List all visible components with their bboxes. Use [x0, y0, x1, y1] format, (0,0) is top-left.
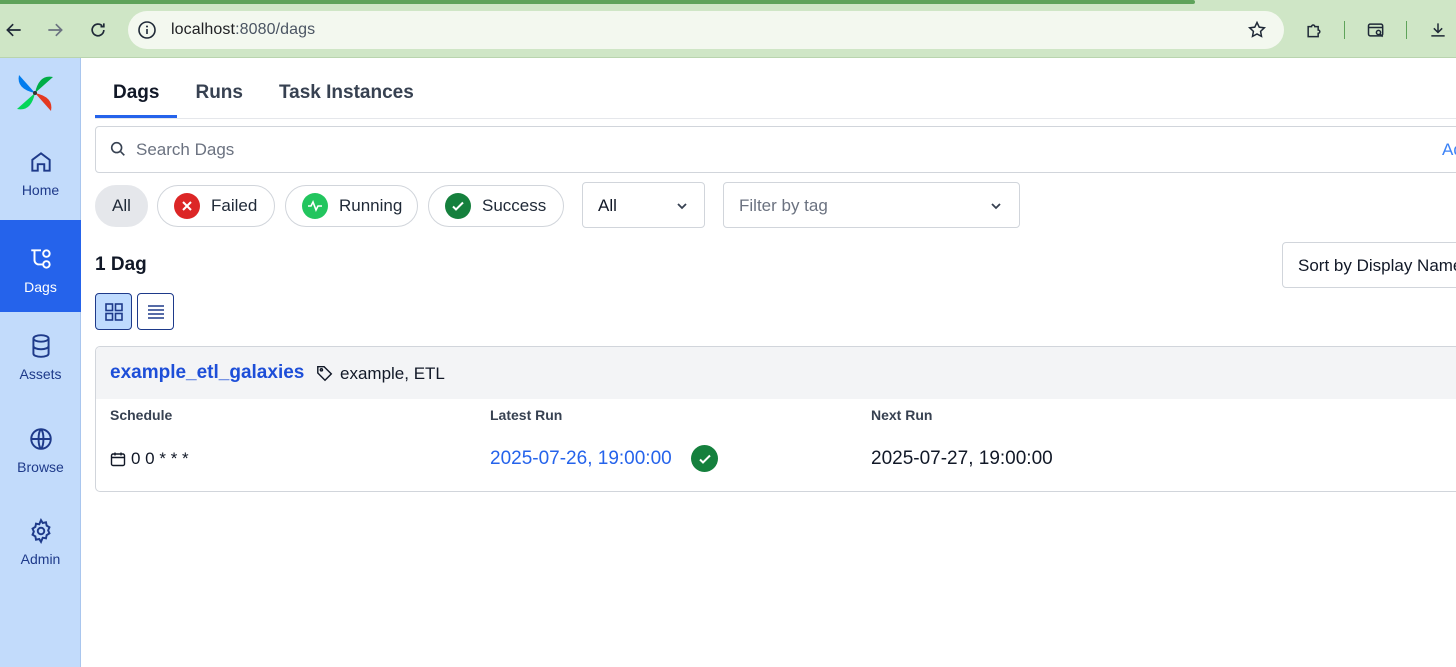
airflow-logo[interactable] [13, 71, 57, 115]
next-run-header: Next Run [871, 407, 933, 423]
browser-toolbar: localhost:8080/dags [0, 0, 1456, 58]
dag-count: 1 Dag [95, 254, 147, 275]
paused-filter-select[interactable]: All [582, 182, 705, 228]
chevron-down-icon [991, 203, 1001, 210]
dags-icon [28, 246, 54, 272]
select-placeholder: Filter by tag [739, 196, 828, 215]
grid-icon [104, 302, 123, 321]
running-pulse-icon [302, 193, 328, 219]
downloads-button[interactable] [1426, 18, 1450, 42]
select-value: All [598, 196, 617, 215]
tab-divider [95, 118, 1456, 119]
sidebar-item-home[interactable]: Home [0, 123, 81, 215]
chip-label: Success [482, 196, 547, 215]
toolbar-divider [1406, 21, 1407, 39]
reload-button[interactable] [86, 18, 110, 42]
chip-label: All [112, 196, 131, 215]
main-content: Dags Runs Task Instances Search Dags Ad … [81, 58, 1456, 667]
sidebar-item-admin[interactable]: Admin [0, 492, 81, 584]
download-icon [1431, 23, 1445, 37]
tab-task-instances[interactable]: Task Instances [261, 78, 432, 118]
card-view-button[interactable] [95, 293, 132, 330]
sidebar-item-label: Admin [20, 551, 61, 567]
filter-chip-running[interactable]: Running [285, 185, 418, 227]
sort-label: Sort by Display Name [1298, 256, 1456, 275]
list-view-button[interactable] [137, 293, 174, 330]
next-run-value: 2025-07-27, 19:00:00 [871, 448, 1053, 469]
tag-icon [317, 365, 333, 382]
sidebar-item-label: Assets [19, 366, 62, 382]
dag-tags: example, ETL [340, 364, 445, 383]
filter-chip-success[interactable]: Success [428, 185, 564, 227]
page-load-progress [0, 0, 1195, 4]
sidebar-item-label: Browse [17, 459, 64, 475]
chevron-down-icon [677, 203, 687, 210]
search-icon [110, 141, 125, 156]
chip-label: Running [339, 196, 403, 215]
calendar-icon [110, 452, 126, 467]
toolbar-divider [1344, 21, 1345, 39]
extensions-button[interactable] [1302, 18, 1326, 42]
window-search-icon [1367, 23, 1384, 38]
app-sidebar: Home Dags Assets Browse Admin [0, 58, 81, 667]
globe-icon [28, 426, 54, 452]
tag-filter-select[interactable]: Filter by tag [723, 182, 1020, 228]
puzzle-icon [1307, 24, 1321, 38]
success-check-icon [691, 445, 718, 472]
sidebar-item-label: Dags [24, 279, 57, 295]
search-dags-input[interactable]: Search Dags Ad [95, 126, 1456, 173]
home-icon [28, 149, 54, 175]
latest-run-header: Latest Run [490, 407, 563, 423]
forward-button[interactable] [43, 18, 67, 42]
bookmark-star-icon[interactable] [1247, 20, 1267, 40]
search-placeholder: Search Dags [136, 140, 235, 159]
dag-name-link[interactable]: example_etl_galaxies [110, 362, 304, 384]
sidebar-item-label: Home [21, 182, 60, 198]
back-button[interactable] [2, 18, 26, 42]
address-bar[interactable]: localhost:8080/dags [128, 11, 1284, 49]
sort-select[interactable]: Sort by Display Name [1282, 242, 1456, 288]
latest-run-link[interactable]: 2025-07-26, 19:00:00 [490, 448, 672, 470]
list-icon [147, 304, 164, 319]
filter-chip-all[interactable]: All [95, 185, 148, 227]
sidebar-item-assets[interactable]: Assets [0, 307, 81, 399]
dag-card: example_etl_galaxies example, ETL Schedu… [95, 346, 1456, 492]
url-text: localhost:8080/dags [171, 21, 316, 38]
tab-search-button[interactable] [1364, 18, 1388, 42]
failed-x-icon [174, 193, 200, 219]
filter-chip-failed[interactable]: Failed [157, 185, 275, 227]
schedule-value: 0 0 * * * [131, 449, 189, 468]
advanced-search-link[interactable]: Ad [1442, 140, 1456, 160]
arrow-right-icon [48, 23, 63, 37]
site-info-icon[interactable] [137, 20, 157, 40]
database-icon [28, 333, 54, 359]
schedule-header: Schedule [110, 407, 173, 423]
sidebar-item-dags[interactable]: Dags [0, 220, 81, 312]
chip-label: Failed [211, 196, 258, 215]
gear-icon [28, 518, 54, 544]
arrow-left-icon [6, 23, 21, 37]
reload-icon [91, 23, 105, 37]
success-check-icon [445, 193, 471, 219]
sidebar-item-browse[interactable]: Browse [0, 400, 81, 492]
tab-runs[interactable]: Runs [177, 78, 261, 118]
tab-bar: Dags Runs Task Instances [95, 78, 432, 118]
tab-dags[interactable]: Dags [95, 78, 178, 118]
